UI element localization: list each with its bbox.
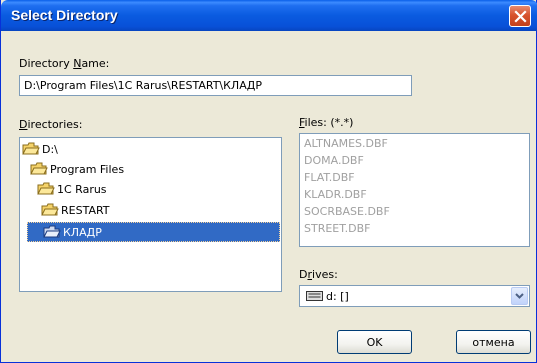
open-folder-icon: [43, 225, 61, 238]
cancel-button[interactable]: отмена: [456, 330, 531, 354]
select-directory-dialog: Select Directory Directory Name: D:\Prog…: [0, 0, 537, 363]
dir-item-label: RESTART: [61, 203, 110, 217]
drives-select[interactable]: d: []: [299, 285, 530, 307]
dir-item-label: КЛАДР: [63, 225, 102, 239]
open-folder-icon: [41, 203, 59, 216]
file-item[interactable]: FLAT.DBF: [304, 171, 355, 187]
drives-label: Drives:: [299, 268, 338, 281]
chevron-down-icon: [515, 293, 524, 299]
dir-item-label: D:\: [42, 142, 58, 156]
title-bar[interactable]: Select Directory: [1, 0, 537, 31]
dir-item-d-root[interactable]: D:\: [22, 139, 58, 159]
close-icon: [514, 10, 527, 23]
open-folder-icon: [22, 142, 40, 155]
drive-icon: [306, 291, 323, 301]
file-item[interactable]: ALTNAMES.DBF: [304, 137, 388, 153]
dir-item-label: Program Files: [50, 162, 125, 176]
drives-dropdown-button[interactable]: [511, 287, 528, 305]
directories-list[interactable]: D:\ Program Files 1C Rarus RESTART КЛАДР: [19, 137, 282, 292]
dir-item-kladr[interactable]: КЛАДР: [27, 222, 280, 242]
dir-item-1c-rarus[interactable]: 1C Rarus: [37, 179, 107, 199]
dir-item-program-files[interactable]: Program Files: [30, 159, 124, 179]
open-folder-icon: [30, 162, 48, 175]
file-item[interactable]: STREET.DBF: [304, 222, 371, 238]
files-list[interactable]: ALTNAMES.DBF DOMA.DBF FLAT.DBF KLADR.DBF…: [299, 133, 530, 247]
dir-item-label: 1C Rarus: [57, 182, 107, 196]
file-item[interactable]: DOMA.DBF: [304, 154, 364, 170]
directory-name-input[interactable]: D:\Program Files\1C Rarus\RESTART\КЛАДР: [19, 75, 412, 96]
open-folder-icon: [37, 182, 55, 195]
dialog-title: Select Directory: [11, 7, 118, 23]
ok-button[interactable]: OK: [337, 330, 412, 354]
file-item[interactable]: SOCRBASE.DBF: [304, 205, 390, 221]
close-button[interactable]: [509, 5, 531, 27]
directories-label: Directories:: [19, 118, 83, 131]
drives-selected-value: d: []: [326, 290, 349, 303]
dir-item-restart[interactable]: RESTART: [41, 200, 110, 220]
directory-name-value: D:\Program Files\1C Rarus\RESTART\КЛАДР: [24, 79, 262, 92]
file-item[interactable]: KLADR.DBF: [304, 188, 367, 204]
directory-name-label: Directory Name:: [19, 57, 110, 70]
files-label: Files: (*.*): [299, 116, 354, 129]
